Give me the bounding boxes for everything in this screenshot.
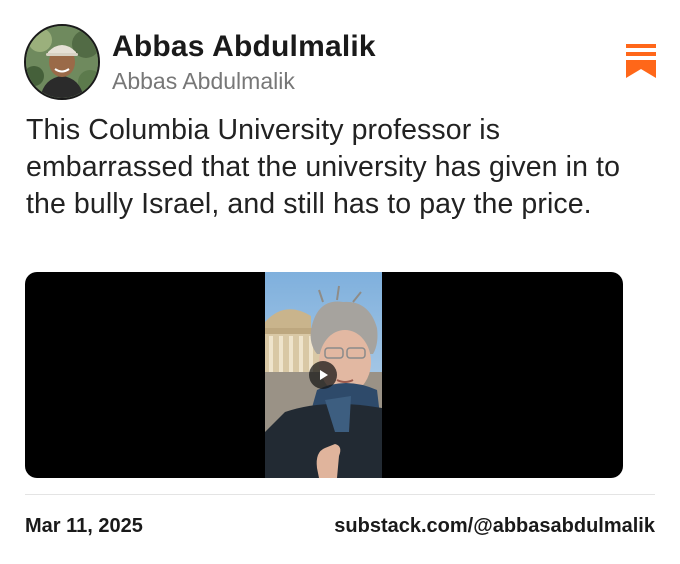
author-name[interactable]: Abbas Abdulmalik [112, 30, 376, 64]
post-text: This Columbia University professor is em… [26, 114, 621, 220]
video-player[interactable] [25, 272, 623, 478]
source-link[interactable]: substack.com/@abbasabdulmalik [334, 515, 655, 538]
post-date: Mar 11, 2025 [25, 515, 143, 537]
footer-divider [25, 494, 655, 495]
post-card: Abbas Abdulmalik Abbas Abdulmalik This C… [0, 0, 680, 564]
play-button[interactable] [309, 361, 337, 389]
author-handle[interactable]: Abbas Abdulmalik [112, 68, 295, 95]
author-avatar[interactable] [24, 24, 100, 100]
substack-logo-icon[interactable] [626, 44, 656, 78]
play-icon [320, 370, 328, 380]
